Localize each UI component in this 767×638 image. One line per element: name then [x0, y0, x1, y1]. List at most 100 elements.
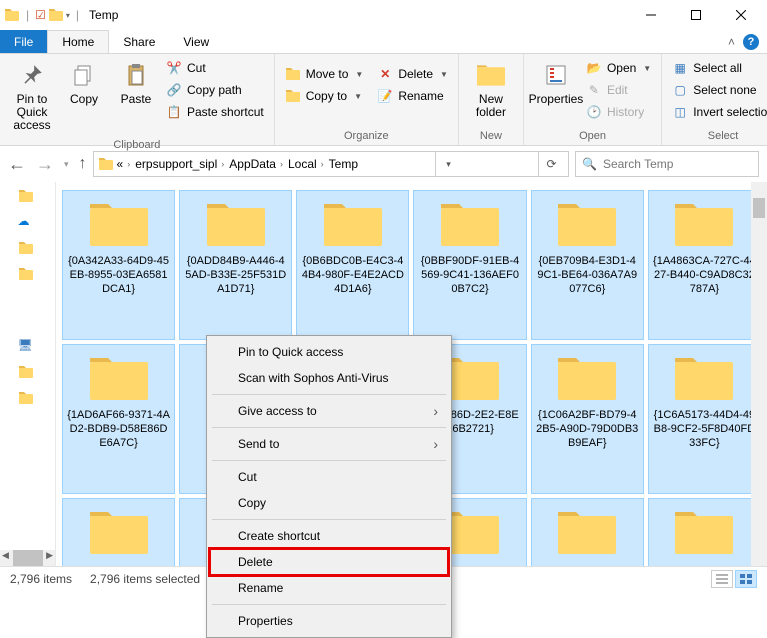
ctx-create-shortcut[interactable]: Create shortcut — [210, 523, 448, 549]
copy-button[interactable]: Copy — [58, 56, 110, 110]
ctx-pin[interactable]: Pin to Quick access — [210, 339, 448, 365]
folder-item[interactable]: {0A342A33-64D9-45EB-8955-03EA6581DCA1} — [62, 190, 175, 340]
folder-name: {1C06A2BF-BD79-42B5-A90D-79D0DB3B9EAF} — [536, 409, 639, 450]
paste-shortcut-button[interactable]: 📋Paste shortcut — [162, 102, 268, 122]
nav-folder-icon[interactable] — [18, 390, 38, 410]
nav-folder-icon[interactable] — [18, 364, 38, 384]
ctx-rename[interactable]: Rename — [210, 575, 448, 601]
nav-thispc-icon[interactable]: 🖥 — [18, 338, 38, 358]
crumb-2[interactable]: AppData› — [229, 157, 285, 171]
back-button[interactable]: ← — [8, 154, 26, 175]
select-all-button[interactable]: ▦Select all — [668, 58, 767, 78]
tab-file[interactable]: File — [0, 30, 47, 53]
select-none-button[interactable]: ▢Select none — [668, 80, 767, 100]
minimize-button[interactable] — [628, 0, 673, 30]
navigation-pane[interactable]: ☁ 🖥 ◀ ▶ — [0, 182, 56, 566]
ctx-give-access[interactable]: Give access to — [210, 398, 448, 424]
icons-view-button[interactable] — [735, 570, 757, 588]
nav-folder-icon[interactable] — [18, 266, 38, 286]
group-label: Select — [668, 128, 767, 145]
label: New folder — [467, 93, 515, 119]
ctx-cut[interactable]: Cut — [210, 464, 448, 490]
rename-icon: 📝 — [377, 88, 393, 104]
address-row: ← → ▾ ↑ «› erpsupport_sipl› AppData› Loc… — [0, 146, 767, 182]
copy-path-button[interactable]: 🔗Copy path — [162, 80, 268, 100]
ctx-send-to[interactable]: Send to — [210, 431, 448, 457]
qat-dropdown-icon[interactable]: ▾ — [66, 11, 70, 20]
rename-button[interactable]: 📝Rename — [373, 86, 452, 106]
move-to-button[interactable]: Move to▼ — [281, 64, 368, 84]
edit-button[interactable]: ✎Edit — [582, 80, 655, 100]
recent-dropdown-icon[interactable]: ▾ — [64, 159, 69, 170]
paste-button[interactable]: Paste — [110, 56, 162, 110]
pin-icon — [17, 60, 47, 90]
folder-item[interactable]: {1AD6AF66-9371-4AD2-BDB9-D58E86DE6A7C} — [62, 344, 175, 494]
ribbon-tabs: File Home Share View ˄ ? — [0, 30, 767, 54]
folder-item[interactable]: {1A4863CA-727C-4427-B440-C9AD8C32787A} — [648, 190, 761, 340]
tab-home[interactable]: Home — [47, 30, 109, 53]
ctx-delete[interactable]: Delete — [210, 549, 448, 575]
folder-item[interactable]: {0ADD84B9-A446-45AD-B33E-25F531DA1D71} — [179, 190, 292, 340]
folder-item[interactable] — [62, 498, 175, 566]
vertical-scrollbar[interactable] — [751, 182, 767, 566]
nav-scrollbar[interactable]: ◀ ▶ — [0, 550, 55, 566]
folder-name: {1A4863CA-727C-4427-B440-C9AD8C32787A} — [653, 255, 756, 296]
folder-item[interactable]: {1C6A5173-44D4-49B8-9CF2-5F8D40FD33FC} — [648, 344, 761, 494]
label: Copy — [70, 93, 98, 106]
group-organize: Move to▼ Copy to▼ ✕Delete▼ 📝Rename Organ… — [275, 54, 459, 145]
up-button[interactable]: ↑ — [79, 155, 87, 173]
open-button[interactable]: 📂Open▼ — [582, 58, 655, 78]
group-open: Properties 📂Open▼ ✎Edit 🕑History Open — [524, 54, 662, 145]
checkbox-icon[interactable]: ☑ — [35, 8, 46, 22]
details-view-button[interactable] — [711, 570, 733, 588]
new-folder-button[interactable]: New folder — [465, 56, 517, 123]
folder-item[interactable] — [531, 498, 644, 566]
copy-to-icon — [285, 88, 301, 104]
qat-folder-icon[interactable] — [48, 7, 64, 23]
select-all-icon: ▦ — [672, 60, 688, 76]
folder-item[interactable] — [648, 498, 761, 566]
properties-button[interactable]: Properties — [530, 56, 582, 110]
help-icon[interactable]: ? — [743, 34, 759, 50]
folder-item[interactable]: {1C06A2BF-BD79-42B5-A90D-79D0DB3B9EAF} — [531, 344, 644, 494]
address-bar[interactable]: «› erpsupport_sipl› AppData› Local› Temp… — [93, 151, 569, 177]
collapse-ribbon-icon[interactable]: ˄ — [728, 35, 735, 49]
separator — [212, 460, 446, 461]
group-clipboard: Pin to Quick access Copy Paste ✂️Cut 🔗Co… — [0, 54, 275, 145]
nav-folder-icon[interactable] — [18, 188, 38, 208]
maximize-button[interactable] — [673, 0, 718, 30]
nav-folder-icon[interactable] — [18, 240, 38, 260]
quick-access-toolbar: | ☑ ▾ | — [4, 7, 83, 23]
folder-item[interactable]: {0B6BDC0B-E4C3-44B4-980F-E4E2ACD4D1A6} — [296, 190, 409, 340]
crumb-4[interactable]: Temp — [329, 157, 358, 171]
folder-item[interactable]: {0BBF90DF-91EB-4569-9C41-136AEF00B7C2} — [413, 190, 526, 340]
search-box[interactable]: 🔍 Search Temp — [575, 151, 759, 177]
tab-share[interactable]: Share — [109, 30, 169, 53]
close-button[interactable] — [718, 0, 763, 30]
copy-to-button[interactable]: Copy to▼ — [281, 86, 368, 106]
address-dropdown-button[interactable]: ▾ — [435, 151, 461, 177]
tab-view[interactable]: View — [169, 30, 223, 53]
label: Pin to Quick access — [8, 93, 56, 133]
ctx-scan[interactable]: Scan with Sophos Anti-Virus — [210, 365, 448, 391]
nav-onedrive-icon[interactable]: ☁ — [18, 214, 38, 234]
separator — [212, 394, 446, 395]
pin-quick-access-button[interactable]: Pin to Quick access — [6, 56, 58, 137]
scroll-thumb[interactable] — [753, 198, 765, 218]
delete-button[interactable]: ✕Delete▼ — [373, 64, 452, 84]
new-folder-icon — [476, 60, 506, 90]
crumb-root[interactable]: «› — [117, 157, 133, 171]
copy-icon — [69, 60, 99, 90]
history-button[interactable]: 🕑History — [582, 102, 655, 122]
invert-selection-button[interactable]: ◫Invert selection — [668, 102, 767, 122]
separator — [212, 519, 446, 520]
ctx-properties[interactable]: Properties — [210, 608, 448, 634]
ctx-copy[interactable]: Copy — [210, 490, 448, 516]
folder-item[interactable]: {0EB709B4-E3D1-49C1-BE64-036A7A9077C6} — [531, 190, 644, 340]
crumb-1[interactable]: erpsupport_sipl› — [135, 157, 226, 171]
crumb-3[interactable]: Local› — [288, 157, 326, 171]
address-folder-icon — [98, 156, 114, 172]
forward-button[interactable]: → — [36, 154, 54, 175]
cut-button[interactable]: ✂️Cut — [162, 58, 268, 78]
refresh-button[interactable]: ⟳ — [538, 151, 564, 177]
